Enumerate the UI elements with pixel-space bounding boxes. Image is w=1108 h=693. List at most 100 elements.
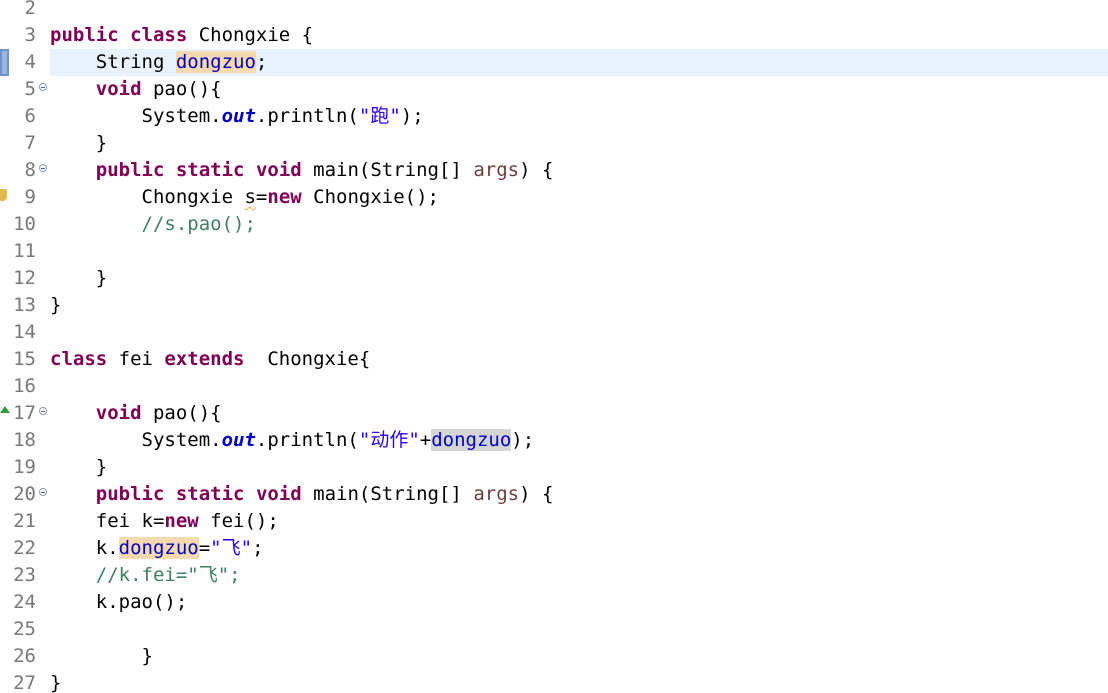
- line-gutter[interactable]: 13: [0, 292, 50, 319]
- code-line[interactable]: 3 public class Chongxie {: [0, 22, 1108, 49]
- code-editor[interactable]: 2 3 public class Chongxie {4 String dongzu…: [0, 0, 1108, 693]
- code-text[interactable]: class fei extends Chongxie{: [50, 346, 370, 373]
- override-indicator-icon[interactable]: [0, 406, 10, 413]
- code-text[interactable]: k.dongzuo="飞";: [50, 535, 264, 562]
- code-token: }: [50, 672, 62, 693]
- code-text[interactable]: public static void main(String[] args) {: [50, 481, 554, 508]
- line-gutter[interactable]: 5: [0, 76, 50, 103]
- line-gutter[interactable]: 17: [0, 400, 50, 427]
- line-gutter[interactable]: 18: [0, 427, 50, 454]
- line-gutter[interactable]: 19: [0, 454, 50, 481]
- code-token: System.: [50, 429, 222, 451]
- code-line[interactable]: 12 }: [0, 265, 1108, 292]
- line-gutter[interactable]: 23: [0, 562, 50, 589]
- line-gutter[interactable]: 20: [0, 481, 50, 508]
- code-token: ) {: [519, 483, 554, 505]
- line-gutter[interactable]: 8: [0, 157, 50, 184]
- code-token: class: [130, 24, 188, 46]
- code-line[interactable]: 11: [0, 238, 1108, 265]
- code-text[interactable]: String dongzuo;: [50, 49, 267, 76]
- line-number: 17: [13, 402, 36, 424]
- code-line[interactable]: 23 //k.fei="飞";: [0, 562, 1108, 589]
- code-line[interactable]: 25: [0, 616, 1108, 643]
- line-gutter[interactable]: 25: [0, 616, 50, 643]
- line-gutter[interactable]: 27: [0, 670, 50, 693]
- code-text[interactable]: System.out.println("跑");: [50, 103, 424, 130]
- code-text[interactable]: Chongxie s=new Chongxie();: [50, 184, 439, 211]
- code-line[interactable]: 2: [0, 0, 1108, 22]
- code-line[interactable]: 4 String dongzuo;: [0, 49, 1108, 76]
- code-text[interactable]: System.out.println("动作"+dongzuo);: [50, 427, 534, 454]
- line-gutter[interactable]: 22: [0, 535, 50, 562]
- fold-collapse-icon[interactable]: [39, 407, 47, 415]
- code-line[interactable]: 14: [0, 319, 1108, 346]
- line-gutter[interactable]: 26: [0, 643, 50, 670]
- code-line[interactable]: 8 public static void main(String[] args)…: [0, 157, 1108, 184]
- code-text[interactable]: }: [50, 670, 61, 693]
- line-gutter[interactable]: 14: [0, 319, 50, 346]
- code-text[interactable]: fei k=new fei();: [50, 508, 279, 535]
- code-token: dongzuo: [431, 429, 512, 451]
- line-gutter[interactable]: 21: [0, 508, 50, 535]
- code-token: =: [198, 537, 211, 559]
- code-token: );: [511, 429, 535, 451]
- line-gutter[interactable]: 4: [0, 49, 50, 76]
- code-line[interactable]: 24 k.pao();: [0, 589, 1108, 616]
- code-line[interactable]: 13}: [0, 292, 1108, 319]
- fold-collapse-icon[interactable]: [39, 488, 47, 496]
- code-text[interactable]: k.pao();: [50, 589, 188, 616]
- fold-collapse-icon[interactable]: [39, 164, 47, 172]
- line-gutter[interactable]: 6: [0, 103, 50, 130]
- code-text[interactable]: //k.fei="飞";: [50, 562, 241, 589]
- code-line[interactable]: 6 System.out.println("跑");: [0, 103, 1108, 130]
- fold-collapse-icon[interactable]: [39, 83, 47, 91]
- line-gutter[interactable]: 11: [0, 238, 50, 265]
- line-gutter[interactable]: 24: [0, 589, 50, 616]
- code-text[interactable]: }: [50, 643, 153, 670]
- code-text[interactable]: }: [50, 265, 107, 292]
- line-gutter[interactable]: 7: [0, 130, 50, 157]
- code-lines[interactable]: 2 3 public class Chongxie {4 String dongzu…: [0, 0, 1108, 693]
- code-line[interactable]: 26 }: [0, 643, 1108, 670]
- code-line[interactable]: 22 k.dongzuo="飞";: [0, 535, 1108, 562]
- line-number: 21: [13, 510, 36, 532]
- code-text[interactable]: }: [50, 130, 107, 157]
- code-token: void: [95, 78, 142, 100]
- line-gutter[interactable]: 3: [0, 22, 50, 49]
- code-token: new: [267, 186, 302, 208]
- code-line[interactable]: 10 //s.pao();: [0, 211, 1108, 238]
- code-token: out: [221, 105, 256, 127]
- code-text[interactable]: void pao(){: [50, 400, 222, 427]
- code-line[interactable]: 19 }: [0, 454, 1108, 481]
- code-text[interactable]: //s.pao();: [50, 211, 256, 238]
- code-line[interactable]: 9 Chongxie s=new Chongxie();: [0, 184, 1108, 211]
- warning-icon[interactable]: [0, 189, 7, 201]
- line-gutter[interactable]: 2: [0, 0, 50, 22]
- code-text[interactable]: }: [50, 454, 107, 481]
- code-token: fei();: [198, 510, 279, 532]
- code-line[interactable]: 16: [0, 373, 1108, 400]
- code-line[interactable]: 15 class fei extends Chongxie{: [0, 346, 1108, 373]
- code-token: //k.fei="飞";: [95, 564, 241, 586]
- code-text[interactable]: }: [50, 292, 61, 319]
- line-gutter[interactable]: 15: [0, 346, 50, 373]
- code-line[interactable]: 27}: [0, 670, 1108, 693]
- code-line[interactable]: 18 System.out.println("动作"+dongzuo);: [0, 427, 1108, 454]
- code-line[interactable]: 7 }: [0, 130, 1108, 157]
- code-line[interactable]: 5 void pao(){: [0, 76, 1108, 103]
- code-text[interactable]: public class Chongxie {: [50, 22, 313, 49]
- code-line[interactable]: 17 void pao(){: [0, 400, 1108, 427]
- line-gutter[interactable]: 9: [0, 184, 50, 211]
- code-text[interactable]: void pao(){: [50, 76, 222, 103]
- line-gutter[interactable]: 12: [0, 265, 50, 292]
- line-number: 26: [13, 645, 36, 667]
- code-text[interactable]: public static void main(String[] args) {: [50, 157, 554, 184]
- line-gutter[interactable]: 10: [0, 211, 50, 238]
- code-line[interactable]: 20 public static void main(String[] args…: [0, 481, 1108, 508]
- line-number: 18: [13, 429, 36, 451]
- code-line[interactable]: 21 fei k=new fei();: [0, 508, 1108, 535]
- line-gutter[interactable]: 16: [0, 373, 50, 400]
- code-token: public: [95, 159, 165, 181]
